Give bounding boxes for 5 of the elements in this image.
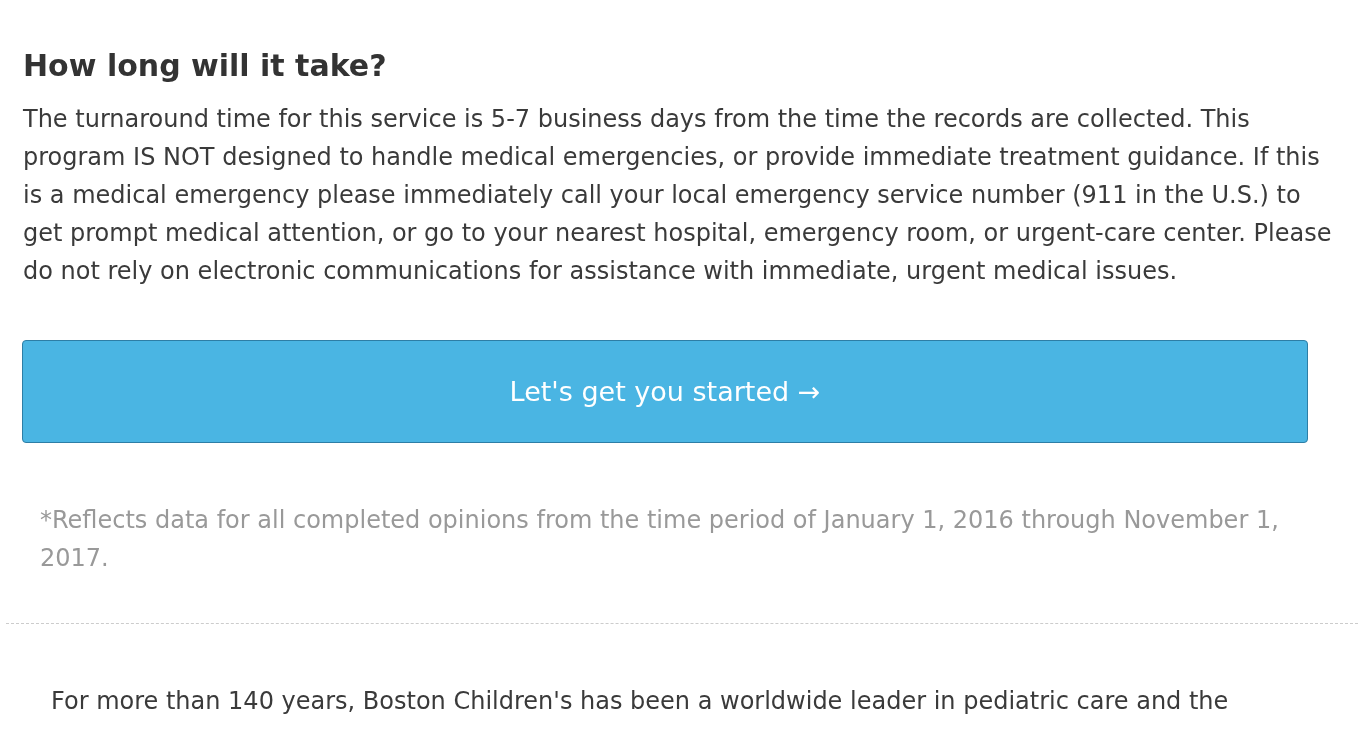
about-paragraph: For more than 140 years, Boston Children's has been a worldwide leader in pediatric care and the bbox=[51, 686, 1230, 717]
footnote: *Reflects data for all completed opinions from the time period of January 1, 2016 through November 1, 2017. bbox=[40, 505, 1280, 574]
body-paragraph: The turnaround time for this service is 5-7 business days from the time the records are collected. This program IS NOT designed to handle medical emergencies, or provide immediate treatment guidance. If this is a medical emergency please immediately call your local emergency service number (911 in the U.S.) to get prompt medical attention, or go to your nearest hospital, emergency room, or urgent-care center. Please do not rely on electronic communications for assistance with immediate, urgent medical issues. bbox=[23, 104, 1333, 287]
section-heading: How long will it take? bbox=[23, 47, 388, 85]
get-started-button[interactable]: Let's get you started → bbox=[22, 340, 1308, 443]
